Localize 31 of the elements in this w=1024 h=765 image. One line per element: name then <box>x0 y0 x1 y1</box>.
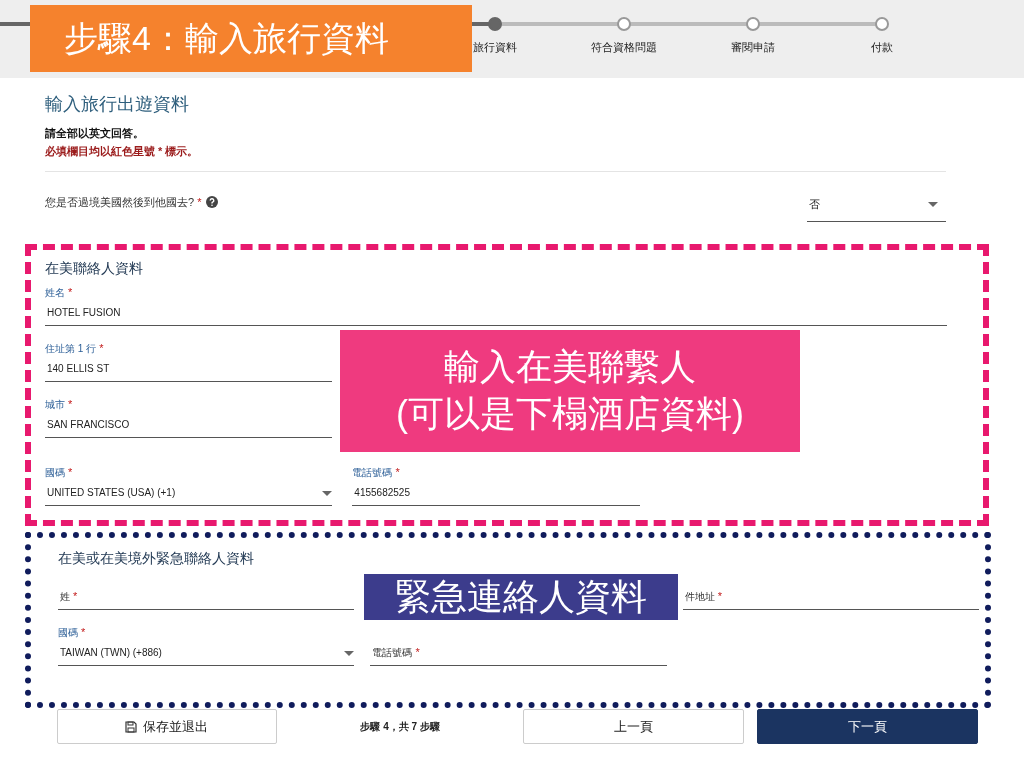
next-button[interactable]: 下一頁 <box>757 709 978 744</box>
answer-dropdown[interactable]: 否 <box>807 192 946 222</box>
input-field[interactable]: 件地址 * <box>682 584 979 610</box>
input-field[interactable]: 電話號碼 * <box>370 626 667 666</box>
instructions-text: 請全部以英文回答。 <box>45 126 145 141</box>
step-banner: 步驟4：輸入旅行資料 <box>30 5 472 72</box>
caret-icon <box>344 650 355 656</box>
input-field[interactable]: 住址第 1 行 * 140 ELLIS ST <box>45 338 333 382</box>
input-field[interactable]: 姓名 * HOTEL FUSION <box>45 282 947 326</box>
step-label: 符合資格問題 <box>590 40 657 55</box>
question-label: 您是否過境美國然後到他國去? * <box>45 194 202 210</box>
caret-icon <box>928 202 938 207</box>
step-label: 審閱申請 <box>730 40 775 55</box>
back-button[interactable]: 上一頁 <box>523 709 745 744</box>
required-note: 必填欄目均以紅色星號 * 標示。 <box>45 144 200 159</box>
input-field[interactable]: 城市 * SAN FRANCISCO <box>45 394 333 438</box>
page-title: 輸入旅行出遊資料 <box>45 93 190 116</box>
input-field[interactable]: 電話號碼 * 4155682525 <box>352 462 640 506</box>
dropdown-field[interactable]: 國碼 * TAIWAN (TWN) (+886) <box>58 626 355 666</box>
annotation-label: 輸入在美聯繫人 (可以是下榻酒店資料) <box>340 330 800 452</box>
step-label: 付款 <box>870 40 893 55</box>
step-label: 旅行資料 <box>472 40 517 55</box>
save-exit-button[interactable]: 保存並退出 <box>57 709 277 744</box>
annotation-label: 緊急連絡人資料 <box>364 574 678 620</box>
step-count-text: 步驟 4，共 7 步驟 <box>359 719 441 734</box>
input-field[interactable]: 姓 * <box>58 584 355 610</box>
section-title: 在美或在美境外緊急聯絡人資料 <box>58 550 255 568</box>
dropdown-field[interactable]: 國碼 * UNITED STATES (USA) (+1) <box>45 462 333 506</box>
help-icon[interactable] <box>206 196 219 208</box>
section-title: 在美聯絡人資料 <box>45 260 144 278</box>
caret-icon <box>322 490 333 496</box>
